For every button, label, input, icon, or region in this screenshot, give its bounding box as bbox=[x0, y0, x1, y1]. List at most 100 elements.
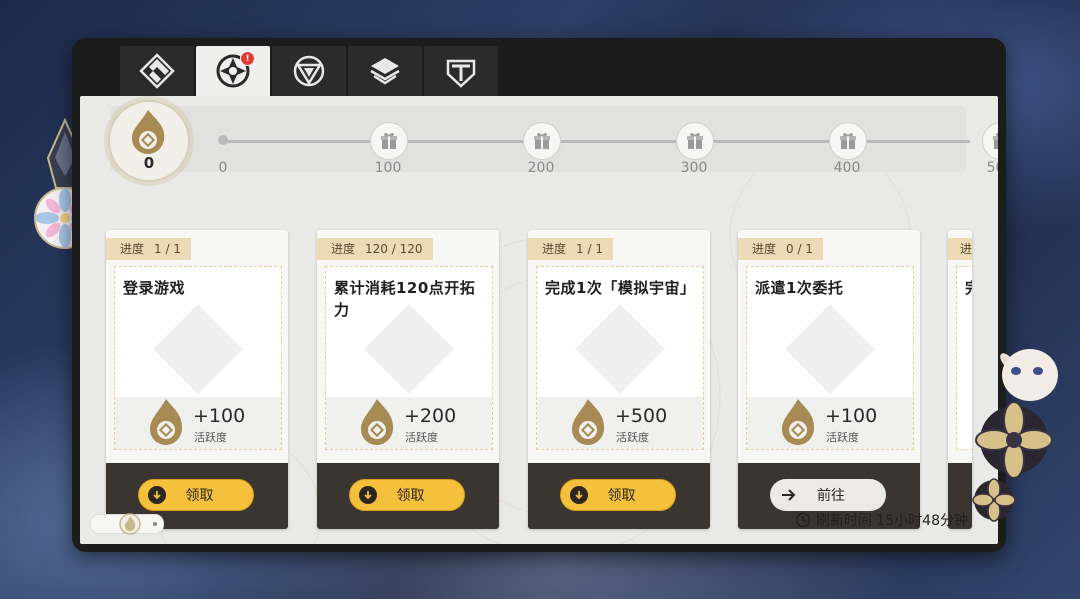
milestone-reward-300[interactable] bbox=[676, 122, 714, 160]
task-title: 累计消耗120点开拓力 bbox=[334, 279, 476, 319]
task-card-simulated-universe: 进度 1 / 1 完成1次「模拟宇宙」 +500 活跃度 领取 bbox=[528, 230, 710, 529]
card-body: 完成1次「模拟宇宙」 +500 活跃度 bbox=[536, 266, 704, 450]
progress-label: 进度 bbox=[542, 242, 567, 256]
milestone-label: 100 bbox=[374, 160, 402, 176]
claim-button[interactable]: 领取 bbox=[349, 479, 465, 511]
card-progress-tag: 进 bbox=[948, 238, 972, 260]
task-card-consume-power: 进度 120 / 120 累计消耗120点开拓力 +200 活跃度 领取 bbox=[317, 230, 499, 529]
track-start-dot bbox=[218, 135, 228, 145]
reward-label: 活跃度 bbox=[826, 431, 859, 444]
diamond-icon bbox=[139, 53, 175, 89]
gift-icon bbox=[840, 133, 856, 149]
card-body: 登录游戏 +100 活跃度 bbox=[114, 266, 282, 450]
card-body: 累计消耗120点开拓力 +200 活跃度 bbox=[325, 266, 493, 450]
gift-icon bbox=[534, 133, 550, 149]
task-card-dispatch: 进度 0 / 1 派遣1次委托 +100 活跃度 前往 bbox=[738, 230, 920, 529]
task-title: 派遣1次委托 bbox=[755, 279, 844, 297]
milestone-label: 0 bbox=[218, 160, 228, 176]
card-footer: 领取 bbox=[317, 463, 499, 529]
flame-coin-icon bbox=[132, 110, 165, 154]
card-footer: 领取 bbox=[528, 463, 710, 529]
current-activity-medal: 0 bbox=[108, 100, 190, 182]
clock-icon bbox=[795, 512, 811, 528]
gift-icon bbox=[381, 133, 397, 149]
tab-helmet[interactable] bbox=[424, 46, 498, 96]
claim-button-label: 领取 bbox=[607, 488, 636, 504]
emblem-watermark-icon bbox=[575, 304, 665, 394]
reward-label: 活跃度 bbox=[405, 431, 438, 444]
indicator-dot bbox=[153, 522, 157, 526]
activity-progress-track: 0 100 200 300 400 500 bbox=[110, 106, 998, 176]
daily-training-window: ! 0 100 200 300 400 5 0 进度 1 / 1 登录游戏 +1… bbox=[72, 38, 1006, 552]
reward-amount: +100 bbox=[825, 405, 878, 427]
card-progress-tag: 进度 120 / 120 bbox=[317, 238, 433, 260]
progress-label: 进度 bbox=[120, 242, 145, 256]
content-panel: 0 100 200 300 400 500 0 进度 1 / 1 登录游戏 bbox=[80, 96, 998, 544]
progress-value: 1 / 1 bbox=[154, 242, 181, 256]
tab-layered-emblem[interactable] bbox=[348, 46, 422, 96]
progress-label: 进度 bbox=[331, 242, 356, 256]
reward-amount: +100 bbox=[193, 405, 246, 427]
tab-shield-triangle[interactable] bbox=[272, 46, 346, 96]
card-body: 派遣1次委托 +100 活跃度 bbox=[746, 266, 914, 450]
activity-badge-pill bbox=[90, 513, 164, 535]
claim-button[interactable]: 领取 bbox=[138, 479, 254, 511]
card-progress-tag: 进度 0 / 1 bbox=[738, 238, 823, 260]
progress-value: 120 / 120 bbox=[365, 242, 423, 256]
refresh-label: 刷新时间 bbox=[815, 513, 872, 529]
refresh-value: 15小时48分钟 bbox=[876, 513, 968, 529]
gift-icon bbox=[993, 133, 998, 149]
progress-label: 进度 bbox=[752, 242, 777, 256]
milestone-label: 500 bbox=[986, 160, 998, 176]
milestone-reward-100[interactable] bbox=[370, 122, 408, 160]
download-arrow-icon bbox=[570, 486, 588, 504]
reward-band: +500 活跃度 bbox=[537, 397, 703, 449]
task-title: 登录游戏 bbox=[123, 279, 186, 297]
reward-band: +100 活跃度 bbox=[747, 397, 913, 449]
task-title: 完成1次「模拟宇宙」 bbox=[545, 279, 696, 297]
gift-icon bbox=[687, 133, 703, 149]
progress-value: 0 / 1 bbox=[786, 242, 813, 256]
shield-triangle-icon bbox=[293, 55, 325, 87]
refresh-time: 刷新时间 15小时48分钟 bbox=[795, 510, 968, 530]
mascot-flower-decoration bbox=[972, 349, 1058, 522]
layered-emblem-icon bbox=[370, 58, 400, 85]
claim-button-label: 领取 bbox=[185, 488, 214, 504]
emblem-watermark-icon bbox=[785, 304, 875, 394]
progress-value: 1 / 1 bbox=[576, 242, 603, 256]
tab-daily-training[interactable]: ! bbox=[196, 46, 270, 96]
milestone-reward-500[interactable] bbox=[982, 122, 998, 160]
download-arrow-icon bbox=[148, 486, 166, 504]
reward-amount: +500 bbox=[615, 405, 668, 427]
claim-button-label: 领取 bbox=[396, 488, 425, 504]
helmet-icon bbox=[446, 59, 476, 88]
flame-coin-icon bbox=[782, 399, 815, 445]
reward-band: +100 活跃度 bbox=[115, 397, 281, 449]
milestone-reward-400[interactable] bbox=[829, 122, 867, 160]
task-title: 完 bbox=[965, 277, 972, 299]
arrow-right-icon bbox=[782, 489, 796, 501]
flame-coin-icon bbox=[572, 399, 605, 445]
notification-badge: ! bbox=[240, 51, 255, 66]
tab-diamond[interactable] bbox=[120, 46, 194, 96]
tab-bar: ! bbox=[120, 46, 500, 96]
claim-button[interactable]: 领取 bbox=[560, 479, 676, 511]
download-arrow-icon bbox=[359, 486, 377, 504]
task-card-login: 进度 1 / 1 登录游戏 +100 活跃度 领取 bbox=[106, 230, 288, 529]
emblem-icon bbox=[119, 513, 141, 535]
reward-amount: +200 bbox=[404, 405, 457, 427]
emblem-watermark-icon bbox=[153, 304, 243, 394]
current-activity-value: 0 bbox=[143, 154, 155, 172]
goto-button[interactable]: 前往 bbox=[770, 479, 886, 511]
card-progress-tag: 进度 1 / 1 bbox=[106, 238, 191, 260]
goto-button-label: 前往 bbox=[817, 488, 845, 504]
flame-coin-icon bbox=[361, 399, 394, 445]
reward-band: +200 活跃度 bbox=[326, 397, 492, 449]
card-progress-tag: 进度 1 / 1 bbox=[528, 238, 613, 260]
milestone-label: 300 bbox=[680, 160, 708, 176]
flame-coin-icon bbox=[150, 399, 183, 445]
milestone-reward-200[interactable] bbox=[523, 122, 561, 160]
progress-label: 进 bbox=[960, 242, 972, 256]
reward-label: 活跃度 bbox=[194, 431, 227, 444]
reward-label: 活跃度 bbox=[616, 431, 649, 444]
